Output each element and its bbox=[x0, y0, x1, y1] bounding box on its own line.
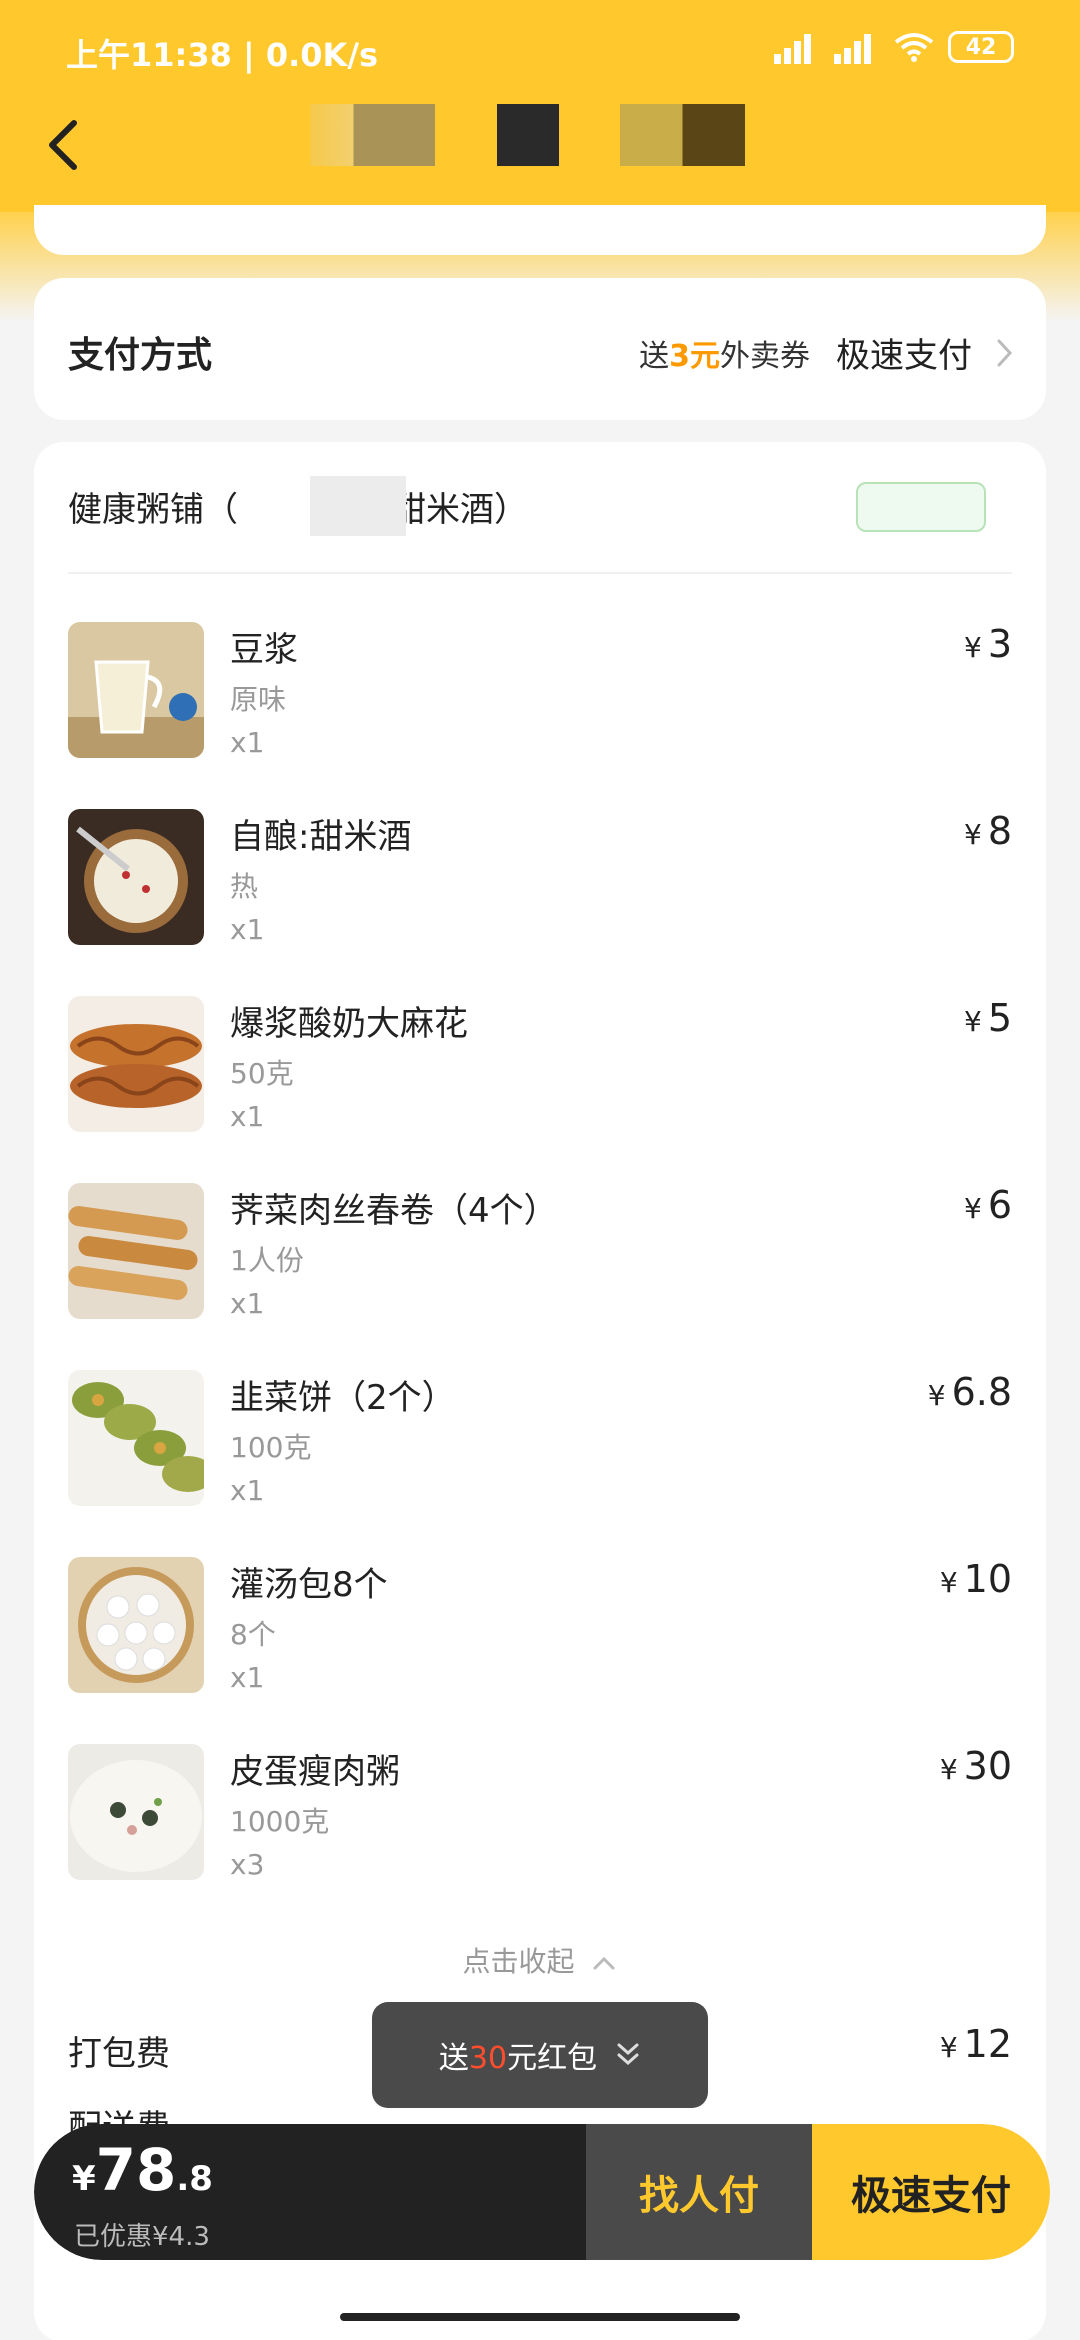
spring-roll-image bbox=[68, 1183, 204, 1319]
item-name: 皮蛋瘦肉粥 bbox=[230, 1752, 400, 1792]
item-price: ¥8 bbox=[963, 809, 1012, 853]
discount-text: 已优惠¥4.3 bbox=[74, 2222, 210, 2252]
red-packet-toast[interactable]: 送30元红包 bbox=[372, 2002, 708, 2108]
signal-icon bbox=[774, 30, 820, 64]
back-arrow-icon[interactable] bbox=[40, 115, 90, 175]
order-item: 韭菜饼（2个） 100克 x1 ¥6.8 bbox=[68, 1370, 1012, 1520]
status-time: 上午11:38 | 0.0K/s bbox=[66, 36, 379, 74]
find-someone-pay-button[interactable]: 找人付 bbox=[586, 2124, 812, 2260]
home-indicator[interactable] bbox=[340, 2313, 740, 2321]
fast-pay-button[interactable]: 极速支付 bbox=[812, 2124, 1050, 2260]
soy-milk-image bbox=[68, 622, 204, 758]
payment-method-card[interactable]: 支付方式 送3元外卖券 极速支付 bbox=[34, 278, 1046, 420]
item-quantity: x1 bbox=[230, 1474, 265, 1507]
status-icons: 42 bbox=[774, 30, 1014, 64]
item-name: 爆浆酸奶大麻花 bbox=[230, 1004, 468, 1044]
item-quantity: x1 bbox=[230, 1661, 265, 1694]
item-name: 自酿:甜米酒 bbox=[230, 817, 412, 857]
item-price: ¥30 bbox=[939, 1744, 1012, 1788]
item-spec: 50克 bbox=[230, 1057, 294, 1090]
item-price: ¥6.8 bbox=[927, 1370, 1012, 1414]
order-item: 爆浆酸奶大麻花 50克 x1 ¥5 bbox=[68, 996, 1012, 1146]
selected-payment-method: 极速支付 bbox=[836, 336, 972, 376]
congee-image bbox=[68, 1744, 204, 1880]
double-chevron-down-icon bbox=[617, 2043, 639, 2066]
item-name: 韭菜饼（2个） bbox=[230, 1378, 456, 1418]
item-spec: 1000克 bbox=[230, 1805, 330, 1838]
title-mosaic bbox=[620, 104, 745, 166]
status-bar: 上午11:38 | 0.0K/s 42 bbox=[0, 0, 1080, 100]
chevron-right-icon bbox=[997, 339, 1013, 366]
total-amount: ¥78.8 bbox=[72, 2136, 213, 2204]
total-panel: ¥78.8 已优惠¥4.3 bbox=[34, 2124, 586, 2260]
item-quantity: x1 bbox=[230, 1100, 265, 1133]
item-spec: 热 bbox=[230, 870, 259, 903]
payment-method-selector[interactable]: 送3元外卖券 极速支付 bbox=[639, 328, 1016, 377]
order-item: 豆浆 原味 x1 ¥3 bbox=[68, 622, 1012, 772]
item-name: 荠菜肉丝春卷（4个） bbox=[230, 1191, 558, 1231]
item-price: ¥3 bbox=[963, 622, 1012, 666]
title-mosaic bbox=[497, 104, 559, 166]
item-spec: 原味 bbox=[230, 683, 287, 716]
item-price: ¥10 bbox=[939, 1557, 1012, 1601]
item-name: 灌汤包8个 bbox=[230, 1565, 388, 1605]
wifi-icon bbox=[894, 33, 934, 62]
item-quantity: x1 bbox=[230, 726, 265, 759]
divider bbox=[68, 572, 1012, 574]
soup-dumpling-image bbox=[68, 1557, 204, 1693]
twist-bread-image bbox=[68, 996, 204, 1132]
battery-icon: 42 bbox=[948, 31, 1014, 63]
item-spec: 1人份 bbox=[230, 1244, 304, 1277]
item-quantity: x3 bbox=[230, 1848, 265, 1881]
signal-icon bbox=[834, 30, 880, 64]
item-name: 豆浆 bbox=[230, 630, 298, 670]
order-item: 自酿:甜米酒 热 x1 ¥8 bbox=[68, 809, 1012, 959]
title-mosaic bbox=[310, 104, 435, 166]
item-spec: 100克 bbox=[230, 1431, 312, 1464]
item-price: ¥5 bbox=[963, 996, 1012, 1040]
item-quantity: x1 bbox=[230, 1287, 265, 1320]
item-quantity: x1 bbox=[230, 913, 265, 946]
red-packet-text: 送30元红包 bbox=[438, 2041, 598, 2076]
order-item: 灌汤包8个 8个 x1 ¥10 bbox=[68, 1557, 1012, 1707]
coupon-promo: 送3元外卖券 bbox=[639, 338, 810, 374]
previous-card-edge bbox=[34, 205, 1046, 255]
payment-method-title: 支付方式 bbox=[68, 335, 213, 376]
chive-cake-image bbox=[68, 1370, 204, 1506]
packing-fee-label: 打包费 bbox=[68, 2034, 170, 2074]
shop-name-mosaic bbox=[310, 476, 406, 536]
packing-fee-price: ¥12 bbox=[939, 2022, 1012, 2066]
checkout-bar: ¥78.8 已优惠¥4.3 找人付 极速支付 bbox=[34, 2124, 1050, 2260]
shop-name[interactable]: 健康粥铺（ ，甜米酒） bbox=[68, 482, 528, 531]
order-item: 荠菜肉丝春卷（4个） 1人份 x1 ¥6 bbox=[68, 1183, 1012, 1333]
order-item: 皮蛋瘦肉粥 1000克 x3 ¥30 bbox=[68, 1744, 1012, 1894]
battery-level: 42 bbox=[965, 34, 997, 60]
item-spec: 8个 bbox=[230, 1618, 276, 1651]
item-price: ¥6 bbox=[963, 1183, 1012, 1227]
shop-tag bbox=[856, 482, 986, 532]
rice-wine-image bbox=[68, 809, 204, 945]
